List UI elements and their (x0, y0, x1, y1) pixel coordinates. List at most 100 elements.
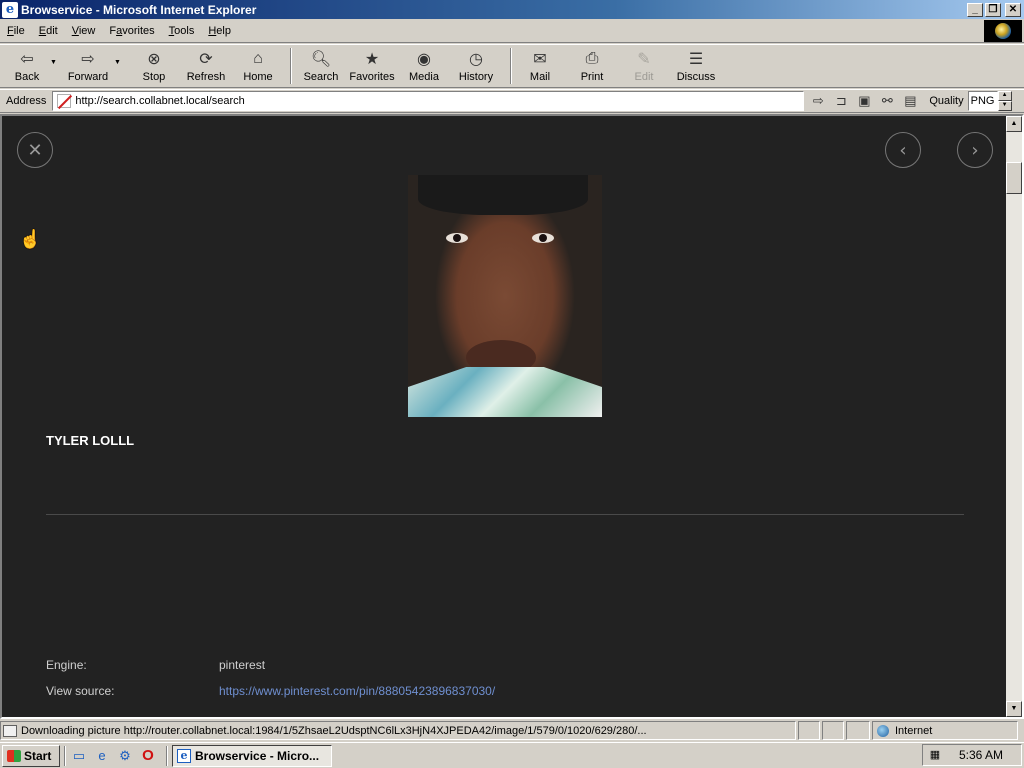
scroll-thumb[interactable] (1006, 162, 1022, 194)
find-icon[interactable]: ⚯ (877, 92, 897, 110)
photo-eye-right (532, 233, 554, 243)
forward-dropdown[interactable]: ▼ (114, 59, 128, 66)
globe-icon (995, 23, 1011, 39)
ie-icon: e (2, 1, 18, 18)
stop-icon: ⊗ (147, 51, 161, 68)
back-arrow-icon: ⇦ (20, 51, 34, 68)
result-title: TYLER LOLLL (46, 433, 135, 448)
menu-help[interactable]: Help (201, 25, 238, 37)
search-icon: 🔍︎ (310, 51, 332, 68)
spinner-down-icon[interactable]: ▼ (997, 101, 1012, 111)
system-tray: ▦ 5:36 AM (922, 744, 1022, 766)
minimize-button[interactable]: _ (967, 2, 983, 17)
spinner-up-icon[interactable]: ▲ (997, 91, 1012, 101)
refresh-icon: ⟳ (199, 51, 213, 68)
zone-label: Internet (895, 724, 933, 737)
menu-edit[interactable]: Edit (32, 25, 65, 37)
edit-icon: ✎ (637, 51, 651, 68)
vertical-scrollbar[interactable]: ▲ ▼ (1006, 116, 1022, 717)
title-bar: e Browservice - Microsoft Internet Explo… (0, 0, 1024, 19)
close-button[interactable]: ✕ (1005, 2, 1021, 17)
menu-favorites[interactable]: Favorites (102, 25, 161, 37)
print-button[interactable]: ⎙ Print (562, 45, 622, 87)
throbber (984, 20, 1022, 42)
opera-icon[interactable]: O (139, 747, 157, 765)
media-button[interactable]: ◉ Media (400, 45, 448, 87)
calendar-icon[interactable]: ▦ (927, 748, 943, 762)
divider (46, 514, 964, 515)
search-button[interactable]: 🔍︎ Search (298, 45, 344, 87)
mail-icon: ✉ (533, 51, 547, 68)
clock: 5:36 AM (959, 748, 1004, 762)
menu-bar: File Edit View Favorites Tools Help (0, 19, 1024, 43)
toolbar-separator (510, 48, 512, 84)
scroll-up-icon[interactable]: ▲ (1006, 116, 1022, 132)
stop-button[interactable]: ⊗ Stop (128, 45, 180, 87)
forward-arrow-icon: ⇨ (81, 51, 95, 68)
address-bar: Address http://search.collabnet.local/se… (0, 89, 1024, 113)
ie-icon: e (177, 748, 191, 763)
quality-spinner[interactable]: ▲ ▼ (997, 91, 1012, 111)
history-button[interactable]: ◷ History (448, 45, 504, 87)
back-dropdown[interactable]: ▼ (50, 59, 62, 66)
status-cell (846, 721, 870, 740)
address-url: http://search.collabnet.local/search (75, 95, 245, 107)
forward-button[interactable]: ⇨ Forward (62, 45, 114, 87)
network-icon[interactable]: ⚙ (116, 747, 134, 765)
media-icon: ◉ (417, 51, 431, 68)
photo-shirt (408, 367, 602, 417)
chevron-right-icon[interactable]: › (957, 132, 993, 168)
source-label: View source: (46, 684, 115, 698)
discuss-button[interactable]: ☰ Discuss (666, 45, 726, 87)
status-text-panel: Downloading picture http://router.collab… (0, 721, 796, 740)
quality-input[interactable]: PNG (967, 91, 998, 111)
menu-tools[interactable]: Tools (162, 25, 202, 37)
menu-file[interactable]: File (0, 25, 32, 37)
page-view-icon[interactable]: ▣ (854, 92, 874, 110)
mail-button[interactable]: ✉ Mail (518, 45, 562, 87)
favorites-button[interactable]: ★ Favorites (344, 45, 400, 87)
history-icon: ◷ (469, 51, 483, 68)
restore-button[interactable]: ❐ (985, 2, 1001, 17)
status-bar: Downloading picture http://router.collab… (0, 720, 1024, 741)
task-label: Browservice - Micro... (195, 748, 320, 763)
back-button[interactable]: ⇦ Back (4, 45, 50, 87)
home-button[interactable]: ⌂ Home (232, 45, 284, 87)
download-page-icon (3, 724, 17, 737)
bookmark-icon[interactable]: ⊐ (831, 92, 851, 110)
scroll-down-icon[interactable]: ▼ (1006, 701, 1022, 717)
taskbar-separator (64, 745, 66, 766)
ie-quicklaunch-icon[interactable]: e (93, 747, 111, 765)
print-icon: ⎙ (585, 50, 599, 67)
result-image[interactable] (408, 175, 602, 417)
address-tools: ⇨ ⊐ ▣ ⚯ ▤ (808, 92, 923, 110)
start-button[interactable]: Start (2, 744, 60, 767)
security-zone: Internet (872, 721, 1018, 740)
menu-view[interactable]: View (65, 25, 103, 37)
address-input[interactable]: http://search.collabnet.local/search (52, 91, 805, 111)
windows-flag-icon (7, 749, 21, 762)
taskbar-separator (166, 745, 168, 766)
standard-toolbar: ⇦ Back ▼ ⇨ Forward ▼ ⊗ Stop ⟳ Refresh ⌂ … (0, 44, 1024, 88)
quality-label: Quality (929, 95, 964, 107)
status-cell (822, 721, 844, 740)
show-desktop-icon[interactable]: ▭ (70, 747, 88, 765)
chevron-left-icon[interactable]: ‹ (885, 132, 921, 168)
source-link[interactable]: https://www.pinterest.com/pin/8880542389… (219, 684, 495, 698)
home-icon: ⌂ (253, 50, 263, 67)
address-label: Address (6, 95, 47, 107)
close-icon[interactable]: ✕ (17, 132, 53, 168)
taskbar-window-button[interactable]: e Browservice - Micro... (172, 744, 332, 767)
toolbar-separator (290, 48, 292, 84)
edit-button[interactable]: ✎ Edit (622, 45, 666, 87)
engine-label: Engine: (46, 658, 87, 672)
internet-zone-icon (877, 724, 889, 737)
start-label: Start (24, 748, 52, 763)
photo-cap (418, 175, 588, 215)
taskbar: Start ▭ e ⚙ O e Browservice - Micro... ▦… (0, 742, 1024, 768)
refresh-button[interactable]: ⟳ Refresh (180, 45, 232, 87)
clipboard-icon[interactable]: ▤ (900, 92, 920, 110)
go-arrow-icon[interactable]: ⇨ (808, 92, 828, 110)
window-title: Browservice - Microsoft Internet Explore… (21, 2, 257, 17)
discuss-icon: ☰ (688, 51, 704, 68)
